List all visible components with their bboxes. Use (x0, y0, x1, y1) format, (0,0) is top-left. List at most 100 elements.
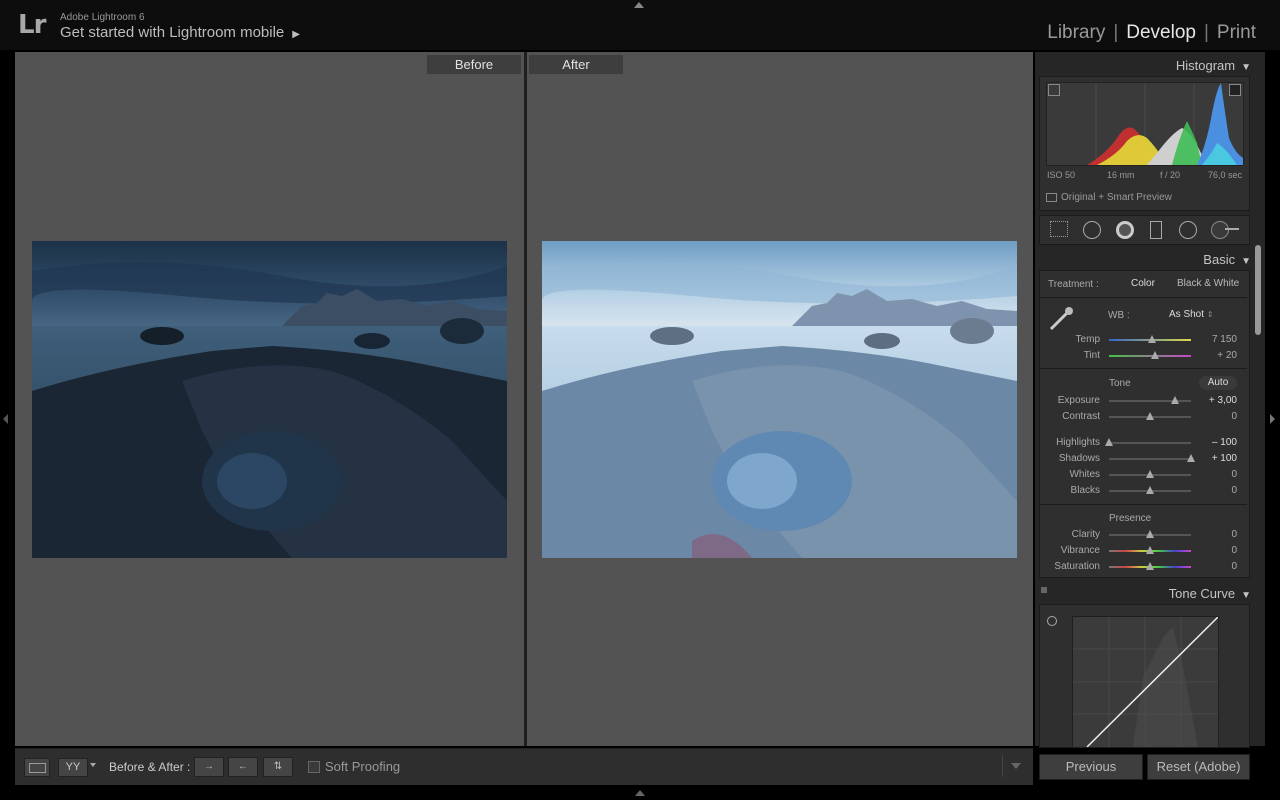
preview-status: Original + Smart Preview (1061, 192, 1172, 203)
highlights-value[interactable]: – 100 (1197, 437, 1237, 448)
slider-label: Highlights (1056, 437, 1100, 448)
slider-label: Shadows (1058, 453, 1100, 464)
wb-label: WB : (1108, 310, 1130, 321)
before-photo[interactable] (32, 241, 507, 558)
toolbar-divider (1002, 755, 1003, 777)
adjustment-brush-handle-icon (1225, 228, 1239, 230)
graduated-filter-icon[interactable] (1150, 221, 1162, 239)
clarity-thumb[interactable] (1146, 530, 1154, 538)
loupe-view-button[interactable] (24, 758, 50, 777)
slider-label: Saturation (1054, 561, 1100, 572)
copy-before-to-after-button[interactable]: → (194, 757, 224, 777)
saturation-thumb[interactable] (1146, 562, 1154, 570)
blacks-value[interactable]: 0 (1197, 485, 1237, 496)
tone-curve-title: Tone Curve (1168, 586, 1236, 601)
crop-overlay-icon[interactable] (1050, 221, 1068, 237)
clarity-value[interactable]: 0 (1197, 529, 1237, 540)
exif-iso: ISO 50 (1047, 170, 1076, 180)
eyedropper-icon[interactable] (1047, 303, 1077, 333)
shadows-thumb[interactable] (1187, 454, 1195, 462)
app-name: Adobe Lightroom 6 (60, 12, 145, 23)
blacks-thumb[interactable] (1146, 486, 1154, 494)
mobile-link-label: Get started with Lightroom mobile (60, 24, 285, 41)
previous-button[interactable]: Previous (1039, 754, 1143, 780)
mobile-link[interactable]: Get started with Lightroom mobile ▶ (60, 24, 300, 41)
slider-label: Whites (1069, 469, 1100, 480)
exposure-value[interactable]: + 3,00 (1197, 395, 1237, 406)
temp-thumb[interactable] (1147, 335, 1156, 343)
vibrance-value[interactable]: 0 (1197, 545, 1237, 556)
module-print[interactable]: Print (1217, 22, 1256, 43)
before-after-view-button[interactable]: YY (58, 758, 88, 777)
treatment-color-option[interactable]: Color (1131, 278, 1155, 289)
tone-curve-graph[interactable] (1072, 616, 1219, 748)
collapse-triangle-icon: ▼ (1241, 256, 1251, 267)
temp-value[interactable]: 7 150 (1197, 334, 1237, 345)
slider-label: Tint (1083, 350, 1100, 361)
section-divider (1040, 297, 1247, 298)
swap-before-after-button[interactable]: ⇅ (263, 757, 293, 777)
toolbar-menu-icon[interactable] (1011, 763, 1021, 769)
highlight-clipping-icon[interactable] (1229, 84, 1241, 96)
chevron-down-icon[interactable] (90, 763, 96, 767)
slider-label: Blacks (1070, 485, 1100, 496)
before-label: Before (427, 55, 521, 74)
collapse-bottom-panel-icon[interactable] (635, 790, 645, 796)
view-toolbar: YY Before & After : → ← ⇅ Soft Proofing (15, 748, 1033, 785)
slider-label: Clarity (1071, 529, 1100, 540)
before-after-label: Before & After : (109, 760, 191, 774)
panel-scrollbar[interactable] (1255, 245, 1261, 335)
collapse-right-panel-icon[interactable] (1270, 414, 1275, 424)
wb-dropdown[interactable]: As Shot ⇕ (1169, 309, 1214, 320)
collapse-left-panel-icon[interactable] (3, 414, 8, 424)
exif-aperture: f / 20 (1160, 170, 1181, 180)
play-arrow-icon: ▶ (292, 29, 300, 40)
module-library[interactable]: Library (1047, 22, 1105, 43)
treatment-label: Treatment : (1048, 279, 1099, 290)
shadows-value[interactable]: + 100 (1197, 453, 1237, 464)
slider-label: Exposure (1057, 395, 1100, 406)
shadows-track[interactable] (1109, 458, 1191, 460)
adjustment-brush-icon[interactable] (1211, 221, 1229, 239)
contrast-thumb[interactable] (1146, 412, 1154, 420)
contrast-value[interactable]: 0 (1197, 411, 1237, 422)
section-divider (1040, 504, 1247, 505)
module-picker: Library | Develop | Print (1047, 22, 1256, 44)
lightroom-logo: Lr (18, 10, 46, 40)
smart-preview-icon (1046, 193, 1057, 202)
before-after-divider (524, 52, 527, 746)
soft-proofing-checkbox[interactable] (308, 761, 320, 773)
collapse-triangle-icon: ▼ (1241, 590, 1251, 601)
vibrance-thumb[interactable] (1146, 546, 1154, 554)
reset-button[interactable]: Reset (Adobe) (1147, 754, 1250, 780)
presence-title: Presence (1109, 513, 1152, 524)
module-develop[interactable]: Develop (1126, 22, 1196, 43)
basic-title: Basic (1203, 252, 1236, 267)
treatment-bw-option[interactable]: Black & White (1177, 278, 1239, 289)
exposure-thumb[interactable] (1170, 396, 1179, 404)
red-eye-icon[interactable] (1116, 221, 1134, 239)
saturation-value[interactable]: 0 (1197, 561, 1237, 572)
updown-arrows-icon: ⇕ (1206, 310, 1214, 319)
slider-label: Temp (1075, 334, 1100, 345)
target-adjustment-icon[interactable] (1047, 616, 1057, 626)
exif-focal-length: 16 mm (1107, 170, 1135, 180)
exposure-track[interactable] (1109, 400, 1191, 402)
collapse-top-panel-icon[interactable] (634, 2, 644, 8)
highlights-track[interactable] (1109, 442, 1191, 444)
tint-value[interactable]: + 20 (1197, 350, 1237, 361)
auto-tone-button[interactable]: Auto (1199, 376, 1237, 390)
histogram-graph[interactable] (1046, 82, 1244, 166)
shadow-clipping-icon[interactable] (1048, 84, 1060, 96)
tint-thumb[interactable] (1150, 351, 1159, 359)
spot-removal-icon[interactable] (1083, 221, 1101, 239)
copy-after-to-before-button[interactable]: ← (228, 757, 258, 777)
radial-filter-icon[interactable] (1179, 221, 1197, 239)
histogram-title: Histogram (1175, 58, 1236, 73)
wb-value: As Shot (1169, 309, 1205, 320)
highlights-thumb[interactable] (1105, 438, 1113, 446)
whites-thumb[interactable] (1146, 470, 1154, 478)
whites-value[interactable]: 0 (1197, 469, 1237, 480)
after-photo[interactable] (542, 241, 1017, 558)
after-label: After (529, 55, 623, 74)
